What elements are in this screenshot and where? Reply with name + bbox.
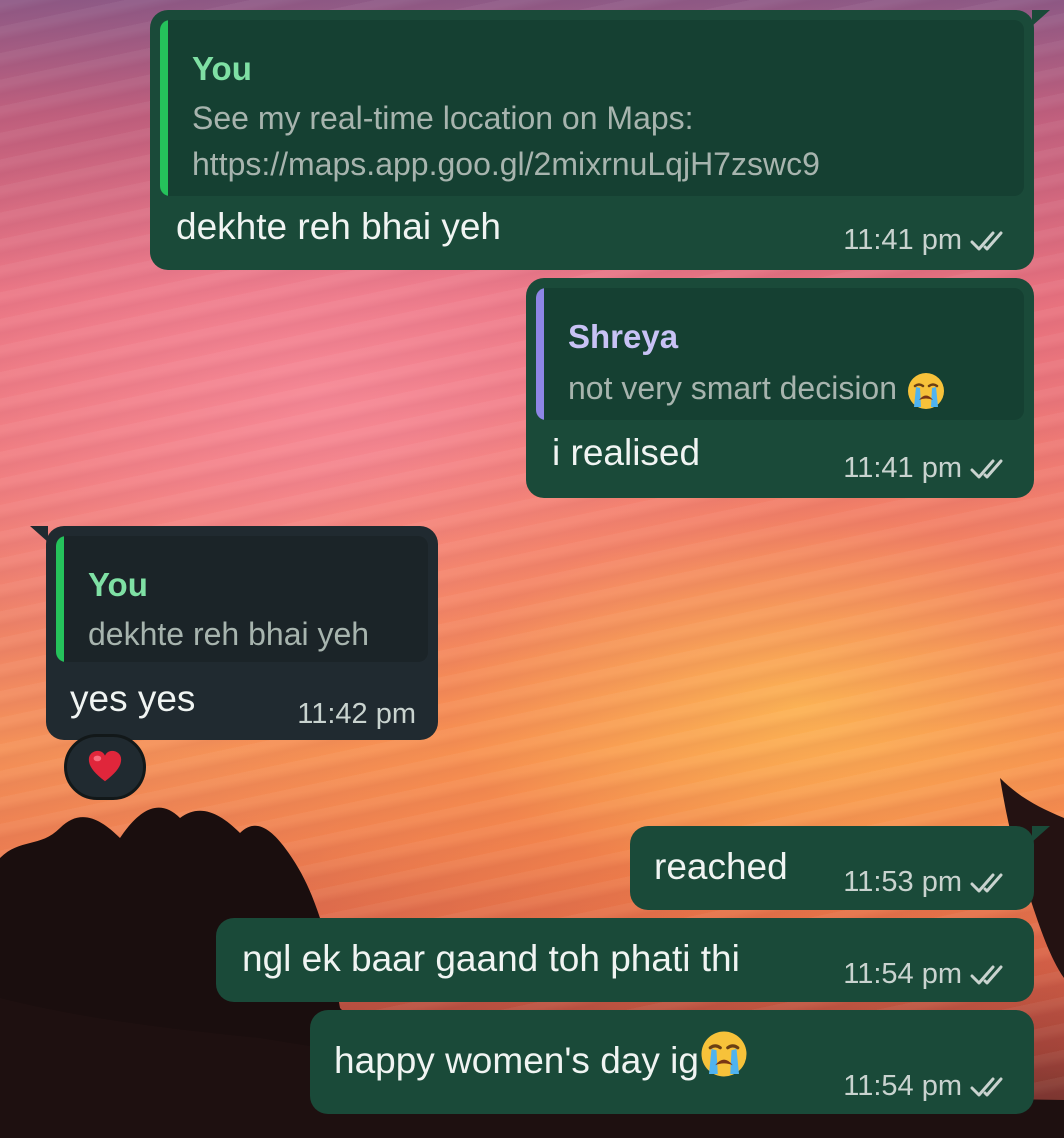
message-time: 11:54 pm xyxy=(843,1070,962,1102)
quote-author: Shreya xyxy=(568,318,679,355)
message-time: 11:41 pm xyxy=(843,224,962,256)
message-meta: 11:53 pm xyxy=(843,866,1012,899)
double-check-icon xyxy=(970,963,1012,987)
message-text: reached xyxy=(654,846,788,887)
message-text: dekhte reh bhai yeh xyxy=(176,206,502,247)
message-text: happy women's day ig xyxy=(334,1040,749,1082)
message-time: 11:42 pm xyxy=(297,698,416,730)
quote-accent-bar xyxy=(160,20,168,196)
quote-text: not very smart decision xyxy=(568,366,946,411)
double-check-icon xyxy=(970,1075,1012,1099)
double-check-icon xyxy=(970,871,1012,895)
double-check-icon xyxy=(970,229,1012,253)
message-bubble-outgoing[interactable]: You See my real-time location on Maps: h… xyxy=(150,10,1050,270)
message-meta: 11:54 pm xyxy=(843,958,1012,991)
message-time: 11:54 pm xyxy=(843,958,962,990)
message-bubble-outgoing[interactable]: reached 11:53 pm xyxy=(630,826,1050,910)
quote-accent-bar xyxy=(536,288,544,420)
loudly-crying-face-emoji xyxy=(906,371,946,411)
double-check-icon xyxy=(970,457,1012,481)
message-bubble-outgoing[interactable]: Shreya not very smart decision i realise… xyxy=(526,278,1034,498)
reaction-badge[interactable] xyxy=(64,734,146,800)
message-bubble-outgoing[interactable]: ngl ek baar gaand toh phati thi 11:54 pm xyxy=(216,918,1034,1002)
quoted-message[interactable]: You See my real-time location on Maps: h… xyxy=(160,20,1024,196)
message-meta: 11:41 pm xyxy=(843,452,1012,485)
quote-text: dekhte reh bhai yeh xyxy=(88,616,370,652)
message-meta: 11:41 pm xyxy=(843,224,1012,257)
message-time: 11:41 pm xyxy=(843,452,962,484)
message-text: yes yes xyxy=(70,678,196,719)
message-text: ngl ek baar gaand toh phati thi xyxy=(242,938,740,979)
message-meta: 11:42 pm xyxy=(297,698,416,731)
message-bubble-outgoing[interactable]: happy women's day ig 11:54 pm xyxy=(310,1010,1034,1114)
message-time: 11:53 pm xyxy=(843,866,962,898)
message-meta: 11:54 pm xyxy=(843,1070,1012,1103)
loudly-crying-face-emoji xyxy=(699,1029,749,1079)
red-heart-emoji xyxy=(86,748,124,786)
quote-author: You xyxy=(192,50,252,87)
quote-author: You xyxy=(88,566,148,603)
quote-text-line2: https://maps.app.goo.gl/2mixrnuLqjH7zswc… xyxy=(192,146,820,182)
quote-accent-bar xyxy=(56,536,64,662)
quote-text: See my real-time location on Maps: xyxy=(192,100,694,136)
quoted-message[interactable]: Shreya not very smart decision xyxy=(536,288,1024,420)
quoted-message[interactable]: You dekhte reh bhai yeh xyxy=(56,536,428,662)
message-bubble-incoming[interactable]: You dekhte reh bhai yeh yes yes 11:42 pm xyxy=(30,526,438,740)
message-text: i realised xyxy=(552,432,701,473)
